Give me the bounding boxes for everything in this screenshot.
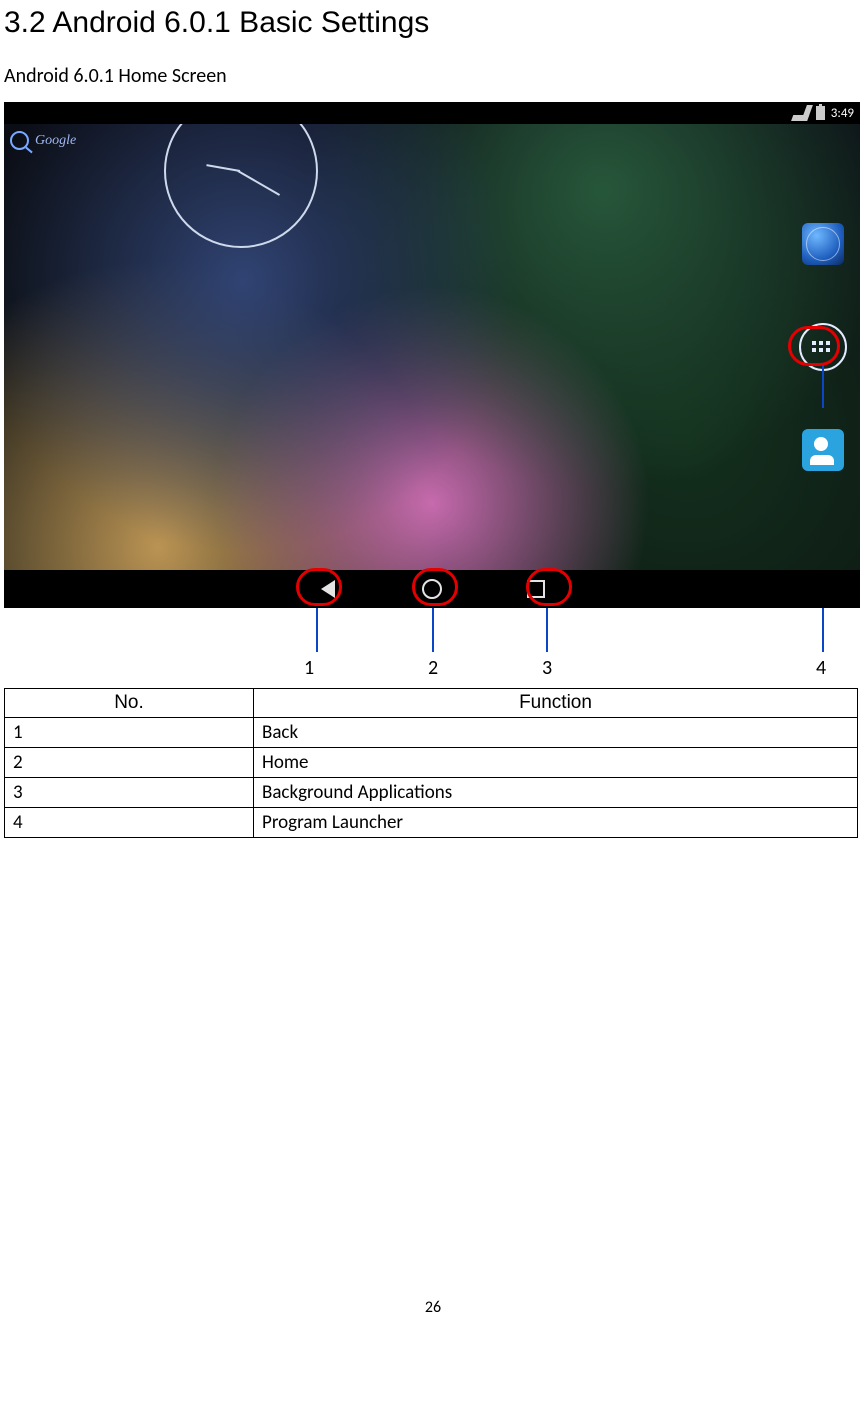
function-table: No. Function 1 Back 2 Home 3 Background …	[4, 688, 858, 838]
callout-label-1: 1	[304, 656, 314, 680]
signal-icon	[791, 105, 813, 121]
navigation-bar	[4, 570, 860, 608]
header-no: No.	[5, 689, 254, 718]
back-triangle-icon	[321, 580, 335, 598]
contacts-app-icon[interactable]	[802, 429, 844, 471]
google-search-widget[interactable]: Google	[10, 131, 76, 150]
subhead: Android 6.0.1 Home Screen	[4, 64, 862, 88]
callout-label-2: 2	[428, 656, 438, 680]
cell-fn: Back	[254, 718, 858, 748]
table-row: 3 Background Applications	[5, 778, 858, 808]
status-bar: 3:49	[4, 102, 860, 124]
home-circle-icon	[422, 579, 442, 599]
table-row: 2 Home	[5, 748, 858, 778]
android-home-screenshot: 3:49 Google	[4, 102, 860, 608]
app-grid-icon	[812, 341, 834, 353]
table-row: 1 Back	[5, 718, 858, 748]
header-function: Function	[254, 689, 858, 718]
battery-icon	[816, 106, 825, 120]
table-header-row: No. Function	[5, 689, 858, 718]
recent-square-icon	[527, 580, 545, 598]
cell-fn: Home	[254, 748, 858, 778]
search-icon	[10, 131, 29, 150]
back-button[interactable]	[311, 574, 345, 604]
callout-lines: 1 2 3 4	[4, 608, 862, 684]
cell-no: 3	[5, 778, 254, 808]
recent-apps-button[interactable]	[519, 574, 553, 604]
section-heading: 3.2 Android 6.0.1 Basic Settings	[4, 6, 862, 40]
cell-no: 1	[5, 718, 254, 748]
cell-fn: Program Launcher	[254, 808, 858, 838]
table-row: 4 Program Launcher	[5, 808, 858, 838]
cell-no: 4	[5, 808, 254, 838]
browser-app-icon[interactable]	[802, 223, 844, 265]
google-search-label: Google	[35, 133, 76, 149]
callout-label-3: 3	[542, 656, 552, 680]
page-number: 26	[4, 1298, 862, 1317]
cell-no: 2	[5, 748, 254, 778]
callout-label-4: 4	[816, 656, 826, 680]
right-dock	[792, 132, 854, 562]
home-button[interactable]	[415, 574, 449, 604]
cell-fn: Background Applications	[254, 778, 858, 808]
clock-text: 3:49	[831, 106, 854, 121]
home-wallpaper-area: Google	[4, 124, 860, 570]
